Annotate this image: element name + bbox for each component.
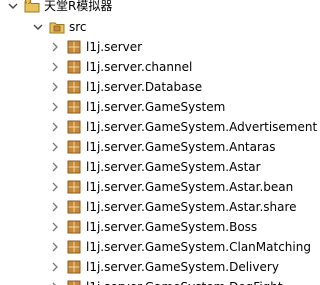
package-label: l1j.server.GameSystem.Astar.share [86,200,297,214]
tree-row-package[interactable]: l1j.server.GameSystem.ClanMatching [50,237,311,257]
source-folder-label: src [69,20,87,34]
source-folder-icon [49,19,65,35]
project-label: 天堂R模拟器 [44,0,113,13]
tree-row-project[interactable]: J 天堂R模拟器 [8,0,112,16]
chevron-right-icon[interactable] [50,261,60,273]
package-icon [66,59,82,75]
svg-text:J: J [26,0,28,5]
tree-row-package[interactable]: l1j.server.GameSystem [50,97,225,117]
package-label: l1j.server.GameSystem.Advertisement [86,120,318,134]
chevron-right-icon[interactable] [50,201,60,213]
package-label: l1j.server.GameSystem.Astar [86,160,261,174]
chevron-right-icon[interactable] [50,41,60,53]
package-explorer-tree: J 天堂R模拟器 src l1j.server l1j.server.channe… [0,0,317,285]
package-icon [66,99,82,115]
package-label: l1j.server.channel [86,60,193,74]
tree-row-package[interactable]: l1j.server.GameSystem.Boss [50,217,257,237]
chevron-right-icon[interactable] [50,81,60,93]
tree-row-package[interactable]: l1j.server.Database [50,77,202,97]
package-icon [66,159,82,175]
tree-row-package[interactable]: l1j.server.GameSystem.Delivery [50,257,279,277]
package-label: l1j.server.GameSystem.ClanMatching [86,240,311,254]
package-icon [66,219,82,235]
tree-row-package[interactable]: l1j.server.GameSystem.Astar.share [50,197,297,217]
package-icon [66,139,82,155]
package-label: l1j.server.GameSystem [86,100,226,114]
package-label: l1j.server.GameSystem.Boss [86,220,258,234]
tree-row-package[interactable]: l1j.server [50,37,142,57]
tree-row-package[interactable]: l1j.server.GameSystem.DogFight [50,277,283,285]
package-label: l1j.server.Database [86,80,203,94]
package-icon [66,259,82,275]
chevron-down-icon[interactable] [8,0,18,12]
package-label: l1j.server.GameSystem.Antaras [86,140,276,154]
package-label: l1j.server.GameSystem.DogFight [86,277,283,285]
chevron-right-icon[interactable] [50,281,60,285]
tree-row-package[interactable]: l1j.server.GameSystem.Astar.bean [50,177,293,197]
package-icon [66,39,82,55]
package-label: l1j.server [86,40,143,54]
tree-row-package[interactable]: l1j.server.GameSystem.Astar [50,157,261,177]
tree-row-package[interactable]: l1j.server.channel [50,57,192,77]
package-icon [66,199,82,215]
chevron-right-icon[interactable] [50,241,60,253]
package-icon [66,279,82,285]
package-icon [66,179,82,195]
chevron-right-icon[interactable] [50,61,60,73]
chevron-right-icon[interactable] [50,121,60,133]
chevron-right-icon[interactable] [50,141,60,153]
tree-row-src[interactable]: src [33,17,87,37]
package-icon [66,239,82,255]
project-folder-icon: J [24,0,40,14]
tree-row-package[interactable]: l1j.server.GameSystem.Antaras [50,137,276,157]
chevron-right-icon[interactable] [50,161,60,173]
package-label: l1j.server.GameSystem.Delivery [86,260,279,274]
chevron-right-icon[interactable] [50,101,60,113]
chevron-down-icon[interactable] [33,21,43,33]
chevron-right-icon[interactable] [50,181,60,193]
package-label: l1j.server.GameSystem.Astar.bean [86,180,294,194]
tree-row-package[interactable]: l1j.server.GameSystem.Advertisement [50,117,317,137]
package-icon [66,79,82,95]
chevron-right-icon[interactable] [50,221,60,233]
package-icon [66,119,82,135]
